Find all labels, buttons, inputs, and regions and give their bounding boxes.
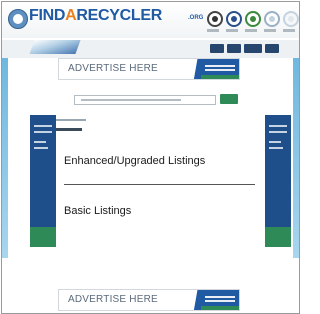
top-ad-label: ADVERTISE HERE [68,63,158,74]
logo-word-find: FIND [29,7,66,24]
page-frame: FINDARECYCLER .ORG ADVERTISE HERE Enhanc… [1,1,300,314]
circle-caption-1 [207,29,219,32]
circle-caption-3 [245,29,257,32]
top-ad-graphic [191,59,239,79]
right-sidebar-ad[interactable] [265,115,291,247]
sidebar-text-line [34,147,48,149]
light-circle-icon[interactable] [264,11,280,27]
logo-word-recycler: RECYCLER [76,7,163,24]
circle-caption-5 [283,29,295,32]
faint-circle-icon[interactable] [283,11,299,27]
page-heading [56,128,82,131]
sidebar-text-line [269,141,281,143]
nav-button-1[interactable] [210,44,224,53]
site-logo[interactable]: FINDARECYCLER [29,7,162,25]
sidebar-text-line [269,131,287,133]
breadcrumb[interactable] [56,119,86,121]
sidebar-text-line [34,141,46,143]
nav-button-2[interactable] [227,44,241,53]
search-placeholder-line [81,99,181,101]
recycle-logo-icon [8,9,28,29]
circle-caption-2 [226,29,238,32]
sidebar-green-band [265,227,291,247]
right-edge-decoration [293,58,299,258]
bottom-ad-graphic [191,290,239,310]
ad-strip-line [205,296,235,298]
basic-listings-label: Basic Listings [64,205,132,217]
left-edge-decoration [2,58,8,258]
logo-org-suffix: .ORG [188,15,204,21]
sidebar-text-line [269,147,283,149]
swoosh-graphic [29,40,81,54]
ad-strip-line [205,300,235,302]
sidebar-green-band [30,227,56,247]
left-sidebar-ad[interactable] [30,115,56,247]
green-circle-icon[interactable] [245,11,261,27]
ad-strip-line [205,69,235,71]
sidebar-text-line [34,125,52,127]
sidebar-text-line [269,125,287,127]
listings-divider [64,184,255,185]
recycle-circle-icon[interactable] [207,11,223,27]
site-header: FINDARECYCLER .ORG [2,2,299,38]
ad-strip-line [205,65,235,67]
top-ad-banner[interactable]: ADVERTISE HERE [58,58,240,80]
logo-word-a: A [65,7,77,24]
nav-button-4[interactable] [265,44,279,53]
blue-circle-icon[interactable] [226,11,242,27]
circle-caption-4 [264,29,276,32]
sidebar-text-line [34,131,52,133]
search-button[interactable] [220,94,238,104]
bottom-ad-banner[interactable]: ADVERTISE HERE [58,289,240,311]
nav-button-3[interactable] [244,44,262,53]
enhanced-listings-label: Enhanced/Upgraded Listings [64,155,206,167]
bottom-ad-label: ADVERTISE HERE [68,294,158,305]
search-input[interactable] [74,95,216,105]
